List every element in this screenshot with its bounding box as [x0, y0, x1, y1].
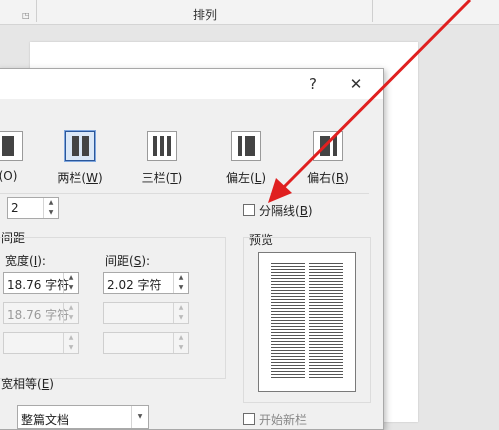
annotation-arrow	[268, 0, 472, 203]
